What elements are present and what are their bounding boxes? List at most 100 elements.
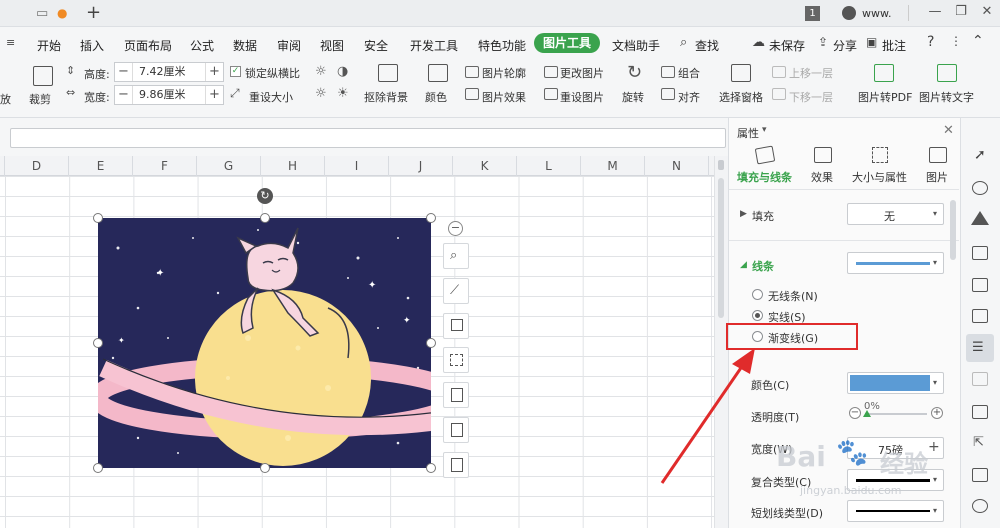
height-increment-button[interactable]: + [205, 63, 223, 81]
contrast-down-icon[interactable]: ☀ [337, 86, 349, 101]
bring-forward-button[interactable]: 上移一层 [789, 65, 833, 81]
column-header-i[interactable]: I [325, 156, 389, 176]
column-header-d[interactable]: D [5, 156, 69, 176]
column-header-h[interactable]: H [261, 156, 325, 176]
width-increment-button[interactable]: + [205, 86, 223, 104]
effects-icon[interactable] [814, 147, 832, 163]
contrast-up-icon[interactable]: ☼ [315, 86, 327, 101]
shapes-icon[interactable] [972, 181, 988, 195]
select-tool-icon[interactable] [443, 347, 469, 373]
remove-bg-button[interactable]: 抠除背景 [364, 89, 408, 105]
resize-handle-bottom-left[interactable] [93, 463, 103, 473]
change-picture-button[interactable]: 更改图片 [560, 65, 604, 81]
tab-review[interactable]: 审阅 [277, 37, 301, 54]
tab-doc-assistant[interactable]: 文档助手 [612, 37, 660, 54]
lock-ratio-label[interactable]: 锁定纵横比 [245, 65, 300, 81]
pane-title-chevron-down-icon[interactable]: ▾ [762, 125, 767, 135]
scroll-thumb[interactable] [718, 178, 724, 318]
width-stepper[interactable]: − 9.86厘米 + [114, 85, 224, 105]
remove-bg-tool-icon[interactable]: ⟋ [443, 278, 469, 304]
fill-label[interactable]: 填充 [752, 208, 774, 224]
close-button[interactable]: ✕ [974, 4, 1000, 22]
zoom-picture-icon[interactable]: ⌕ [443, 243, 469, 269]
rotate-handle-icon[interactable]: ↻ [257, 188, 273, 204]
pointer-icon[interactable]: ➚ [974, 147, 986, 163]
column-header-e[interactable]: E [69, 156, 133, 176]
column-header-m[interactable]: M [581, 156, 645, 176]
color-button[interactable]: 颜色 [425, 89, 447, 105]
crop-tool-icon[interactable] [443, 313, 469, 339]
crop-icon[interactable] [33, 66, 53, 86]
opacity-increment-button[interactable]: + [931, 407, 943, 419]
restore-button[interactable]: ❐ [948, 4, 974, 22]
picture-icon[interactable] [929, 147, 947, 163]
group-button[interactable]: 组合 [678, 65, 700, 81]
pane-close-icon[interactable]: ✕ [943, 123, 954, 138]
search-button[interactable]: 查找 [695, 37, 719, 54]
picture-to-pdf-button[interactable]: 图片转PDF [858, 89, 912, 105]
column-header-k[interactable]: K [453, 156, 517, 176]
tab-developer[interactable]: 开发工具 [410, 37, 458, 54]
tab-size-properties[interactable]: 大小与属性 [852, 169, 907, 185]
tab-data[interactable]: 数据 [233, 37, 257, 54]
picture-to-pdf-tool-icon[interactable] [443, 382, 469, 408]
picture-effect-button[interactable]: 图片效果 [482, 89, 526, 105]
line-color-dropdown[interactable]: ▾ [847, 372, 944, 394]
pane-title[interactable]: 属性 [737, 125, 759, 141]
height-decrement-button[interactable]: − [115, 63, 133, 81]
color-icon[interactable] [428, 64, 448, 82]
picture-outline-button[interactable]: 图片轮廓 [482, 65, 526, 81]
radio-gradient-line-label[interactable]: 渐变线(G) [768, 330, 818, 346]
tab-page-layout[interactable]: 页面布局 [124, 37, 172, 54]
opacity-slider[interactable] [865, 413, 927, 415]
dash-type-dropdown[interactable]: ▾ [847, 500, 944, 522]
page-badge[interactable]: 1 [805, 6, 820, 21]
unsaved-status[interactable]: 未保存 [769, 37, 805, 54]
column-header-f[interactable]: F [133, 156, 197, 176]
table-icon[interactable] [972, 246, 988, 260]
resize-handle-top-right[interactable] [426, 213, 436, 223]
size-properties-icon[interactable] [872, 147, 888, 163]
rotate-button[interactable]: 旋转 [622, 89, 644, 105]
selection-pane-button[interactable]: 选择窗格 [719, 89, 763, 105]
brightness-up-icon[interactable]: ☼ [315, 64, 327, 79]
align-button[interactable]: 对齐 [678, 89, 700, 105]
menu-collapse-icon[interactable]: ≡ [6, 36, 15, 49]
note-icon[interactable] [972, 372, 988, 386]
line-style-dropdown[interactable]: ▾ [847, 252, 944, 274]
column-header-n[interactable]: N [645, 156, 709, 176]
fit-button[interactable]: 放 [0, 91, 11, 107]
tab-formula[interactable]: 公式 [190, 37, 214, 54]
collapse-ribbon-icon[interactable]: ⌃ [972, 33, 984, 49]
tab-security[interactable]: 安全 [364, 37, 388, 54]
export-icon[interactable]: ⇱ [973, 435, 984, 450]
image-icon[interactable] [972, 468, 988, 482]
scroll-up-button[interactable] [718, 160, 724, 170]
crop-button[interactable]: 裁剪 [29, 91, 51, 107]
tab-picture[interactable]: 图片 [926, 169, 948, 185]
fill-expand-icon[interactable]: ▶ [740, 209, 747, 219]
resize-handle-right[interactable] [426, 338, 436, 348]
rotate-icon[interactable]: ↻ [627, 62, 642, 83]
opacity-decrement-button[interactable]: − [849, 407, 861, 419]
radio-no-line-label[interactable]: 无线条(N) [768, 288, 818, 304]
avatar[interactable] [842, 6, 856, 20]
resize-handle-left[interactable] [93, 338, 103, 348]
reset-picture-button[interactable]: 重设图片 [560, 89, 604, 105]
picture-compress-tool-icon[interactable] [443, 452, 469, 478]
tab-fill-line[interactable]: 填充与线条 [737, 169, 792, 185]
radio-no-line[interactable] [752, 289, 763, 300]
comment-button[interactable]: 批注 [882, 37, 906, 54]
fill-dropdown[interactable]: 无 ▾ [847, 203, 944, 225]
fill-line-icon[interactable] [754, 145, 776, 165]
tab-insert[interactable]: 插入 [80, 37, 104, 54]
properties-toggle-button[interactable]: ☰ [966, 334, 994, 362]
height-input[interactable]: 7.42厘米 [139, 63, 186, 81]
copy-icon[interactable] [972, 405, 988, 419]
monitor-icon[interactable]: ▭ [36, 6, 48, 21]
new-tab-button[interactable]: + [86, 2, 101, 23]
more-icon[interactable]: ⋮ [950, 34, 962, 48]
pane-scroll-thumb[interactable] [950, 200, 956, 260]
grid-apps-icon[interactable] [972, 278, 988, 292]
style-icon[interactable] [971, 211, 989, 225]
